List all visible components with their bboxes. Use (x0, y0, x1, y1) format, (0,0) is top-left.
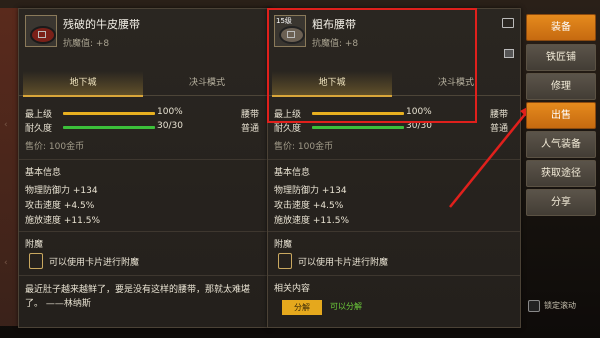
lock-scroll-label: 锁定滚动 (544, 301, 576, 310)
item-rarity: 普通 (241, 124, 260, 134)
basic-info-title: 基本信息 (274, 168, 311, 178)
disassemble-button[interactable]: 分解 (282, 300, 322, 315)
durability-label: 耐久度 (25, 124, 53, 134)
basic-info-title: 基本信息 (25, 168, 62, 178)
tab-dungeon[interactable]: 地下城 (23, 71, 143, 97)
divider (268, 275, 520, 276)
stat-attack-speed: 攻击速度 +4.5% (25, 201, 95, 211)
belt-icon (30, 26, 56, 44)
durability-bar (312, 126, 404, 129)
sell-price: 售价: 100金币 (25, 142, 85, 152)
popular-equipment-button[interactable]: 人气装备 (526, 131, 596, 158)
mode-tabs: 地下城 决斗模式 (19, 71, 271, 97)
chevron-left-icon: ‹ (4, 258, 8, 268)
flavor-text: 最近肚子越来越鲜了，要是没有这样的腰带，那就太难堪了。 ——林纳斯 (25, 285, 251, 309)
item-type: 腰带 (241, 110, 260, 120)
enchant-title: 附魔 (274, 240, 293, 250)
item-detail-panel-left: 残破的牛皮腰带 抗魔值: +8 地下城 决斗模式 最上级 100% 耐久度 30… (18, 8, 272, 328)
item-icon (25, 15, 57, 47)
stat-cast-speed: 施放速度 +11.5% (25, 216, 100, 226)
chevron-left-icon: ‹ (4, 120, 8, 130)
divider (19, 231, 271, 232)
enchant-card-slot[interactable] (29, 253, 43, 269)
grade-label: 最上级 (25, 110, 53, 120)
sell-button[interactable]: 出售 (526, 102, 596, 129)
related-title: 相关内容 (274, 284, 311, 294)
item-name: 残破的牛皮腰带 (63, 18, 140, 31)
enchant-text: 可以使用卡片进行附魔 (49, 258, 140, 268)
grade-percent: 100% (157, 107, 183, 117)
enchant-title: 附魔 (25, 240, 44, 250)
acquisition-route-button[interactable]: 获取途径 (526, 160, 596, 187)
repair-button[interactable]: 修理 (526, 73, 596, 100)
lock-icon[interactable] (504, 49, 514, 58)
divider (19, 275, 271, 276)
durability-value: 30/30 (157, 121, 183, 131)
enchant-card-slot[interactable] (278, 253, 292, 269)
stat-attack-speed: 攻击速度 +4.5% (274, 201, 344, 211)
left-edge-strip: ‹ ‹ (0, 8, 18, 326)
tab-pvp[interactable]: 决斗模式 (147, 71, 267, 95)
disassemble-status: 可以分解 (330, 302, 362, 311)
divider (268, 231, 520, 232)
magic-resistance: 抗魔值: +8 (63, 39, 110, 49)
share-button[interactable]: 分享 (526, 189, 596, 216)
pointer-arrow (449, 104, 533, 208)
enchant-text: 可以使用卡片进行附魔 (298, 258, 389, 268)
durability-bar (63, 126, 155, 129)
stat-physical-defense: 物理防御力 +134 (274, 186, 347, 196)
share-icon[interactable] (502, 18, 514, 28)
lock-scroll-checkbox[interactable] (528, 300, 540, 312)
blacksmith-button[interactable]: 铁匠铺 (526, 44, 596, 71)
grade-bar (63, 112, 155, 115)
stat-physical-defense: 物理防御力 +134 (25, 186, 98, 196)
stat-cast-speed: 施放速度 +11.5% (274, 216, 349, 226)
equip-button[interactable]: 装备 (526, 14, 596, 41)
sell-price: 售价: 100金币 (274, 142, 334, 152)
divider (19, 159, 271, 160)
